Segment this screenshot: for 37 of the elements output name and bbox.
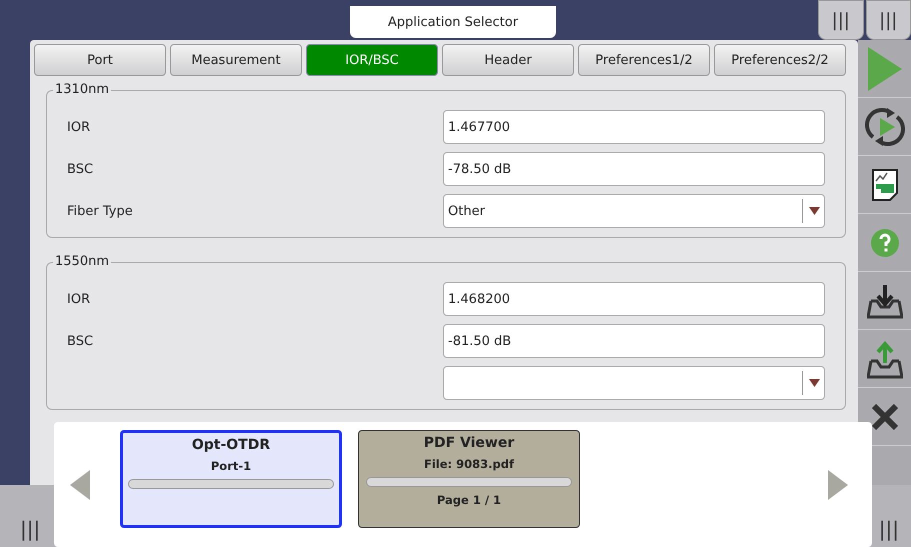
tab[interactable]: Port (34, 44, 166, 76)
tab[interactable]: Preferences2/2 (714, 44, 846, 76)
caret-icon (809, 379, 820, 387)
dropdown-field[interactable]: Other (443, 194, 825, 228)
upload-tray-icon[interactable] (866, 338, 902, 378)
panel-handle[interactable]: ||| (818, 0, 864, 40)
download-tray-icon[interactable] (866, 282, 902, 318)
app-card[interactable]: Opt-OTDR Port-1 (120, 430, 342, 528)
input-field[interactable]: -81.50 dB (443, 324, 825, 358)
dropdown-field[interactable] (443, 366, 825, 400)
tab[interactable]: Header (442, 44, 574, 76)
close-icon[interactable] (870, 402, 898, 430)
application-selector-tab[interactable]: Application Selector (350, 6, 556, 38)
panel-handle[interactable]: ||| (866, 0, 911, 40)
caret-icon (809, 207, 820, 215)
help-icon[interactable] (870, 228, 898, 256)
field-label: IOR (67, 292, 90, 306)
app-name: PDF Viewer (424, 435, 514, 451)
input-field[interactable]: -78.50 dB (443, 152, 825, 186)
field-label: BSC (67, 162, 94, 176)
app-detail: File: 9083.pdf (424, 457, 514, 471)
panel-handle[interactable]: ||| (20, 517, 40, 541)
tab[interactable]: Measurement (170, 44, 302, 76)
input-field[interactable]: 1.467700 (443, 110, 825, 144)
field-label: BSC (67, 334, 94, 348)
app-name: Opt-OTDR (192, 437, 270, 453)
input-field[interactable]: 1.468200 (443, 282, 825, 316)
field-label: IOR (67, 120, 90, 134)
tab[interactable]: Preferences1/2 (578, 44, 710, 76)
tab[interactable]: IOR/BSC (306, 44, 438, 76)
app-detail: Page 1 / 1 (436, 493, 502, 507)
field-label: Fiber Type (67, 204, 133, 218)
report-icon[interactable] (872, 168, 898, 200)
panel-handle[interactable]: ||| (878, 517, 899, 541)
repeat-play-icon[interactable] (864, 106, 904, 146)
app-detail: Port-1 (210, 459, 252, 473)
app-card[interactable]: PDF Viewer File: 9083.pdf Page 1 / 1 (358, 430, 580, 528)
